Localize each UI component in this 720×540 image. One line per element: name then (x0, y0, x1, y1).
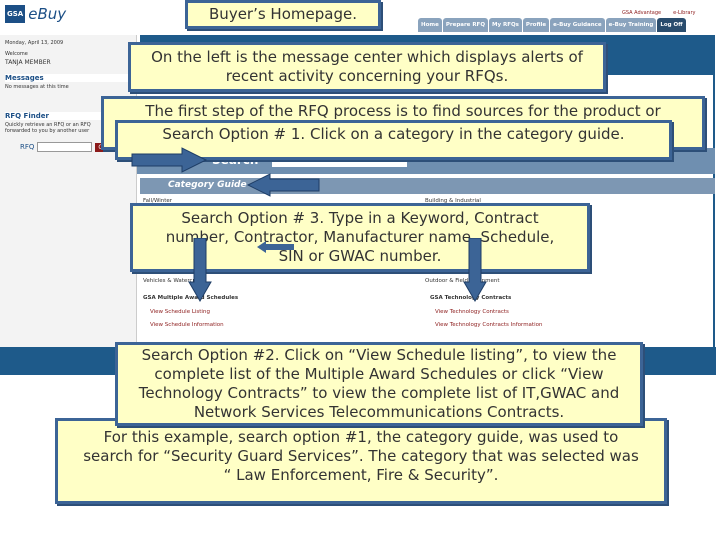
logo-name: eBuy (28, 5, 67, 23)
link-elibrary[interactable]: e-Library (673, 10, 695, 16)
callout-message-center: On the left is the message center which … (128, 42, 606, 92)
arrow-down-icon (463, 238, 487, 302)
logo-box: GSA (5, 5, 26, 23)
tab-home[interactable]: Home (418, 18, 442, 32)
callout-option-2: Search Option #2. Click on “View Schedul… (115, 342, 643, 426)
tab-ebuy-guidance[interactable]: e-Buy Guidance (550, 18, 605, 32)
tab-ebuy-training[interactable]: e-Buy Training (605, 18, 657, 32)
tab-my-rfqs[interactable]: My RFQs (489, 18, 522, 32)
messages-header: Messages (5, 74, 131, 82)
category-guide-header: Category Guide (140, 178, 715, 194)
messages-text: No messages at this time (5, 84, 69, 90)
rfq-finder-text: Quickly retrieve an RFQ or an RFQ forwar… (5, 122, 91, 134)
welcome: Welcome (5, 51, 28, 57)
arrow-left-small-icon (257, 241, 294, 253)
nav-tabs: Home Prepare RFQ My RFQs Profile e-Buy G… (418, 18, 686, 32)
left-panel: Monday, April 13, 2009 Welcome TANJA MEM… (0, 35, 137, 347)
rfq-label: RFQ (20, 143, 35, 151)
tab-log-off[interactable]: Log Off (657, 18, 686, 32)
arrow-left-icon (246, 173, 320, 197)
date: Monday, April 13, 2009 (5, 40, 64, 46)
arrow-right-icon (131, 147, 208, 173)
tab-prepare-rfq[interactable]: Prepare RFQ (442, 18, 488, 32)
view-tech-contracts-link[interactable]: View Technology Contracts (435, 309, 509, 315)
user-name: TANJA MEMBER (5, 59, 51, 66)
callout-title: Buyer’s Homepage. (185, 0, 381, 29)
callout-example: For this example, search option #1, the … (55, 418, 667, 504)
view-tech-contracts-info-link[interactable]: View Technology Contracts Information (435, 322, 542, 328)
gsa-ebuy-logo[interactable]: GSA eBuy (5, 5, 66, 23)
arrow-down-icon (188, 238, 212, 302)
link-gsa-advantage[interactable]: GSA Advantage (622, 10, 661, 16)
top-links: GSA Advantage e-Library (622, 10, 696, 16)
view-schedule-listing-link[interactable]: View Schedule Listing (150, 309, 210, 315)
tab-profile[interactable]: Profile (522, 18, 550, 32)
view-schedule-info-link[interactable]: View Schedule Information (150, 322, 224, 328)
rfq-input[interactable] (37, 142, 93, 152)
